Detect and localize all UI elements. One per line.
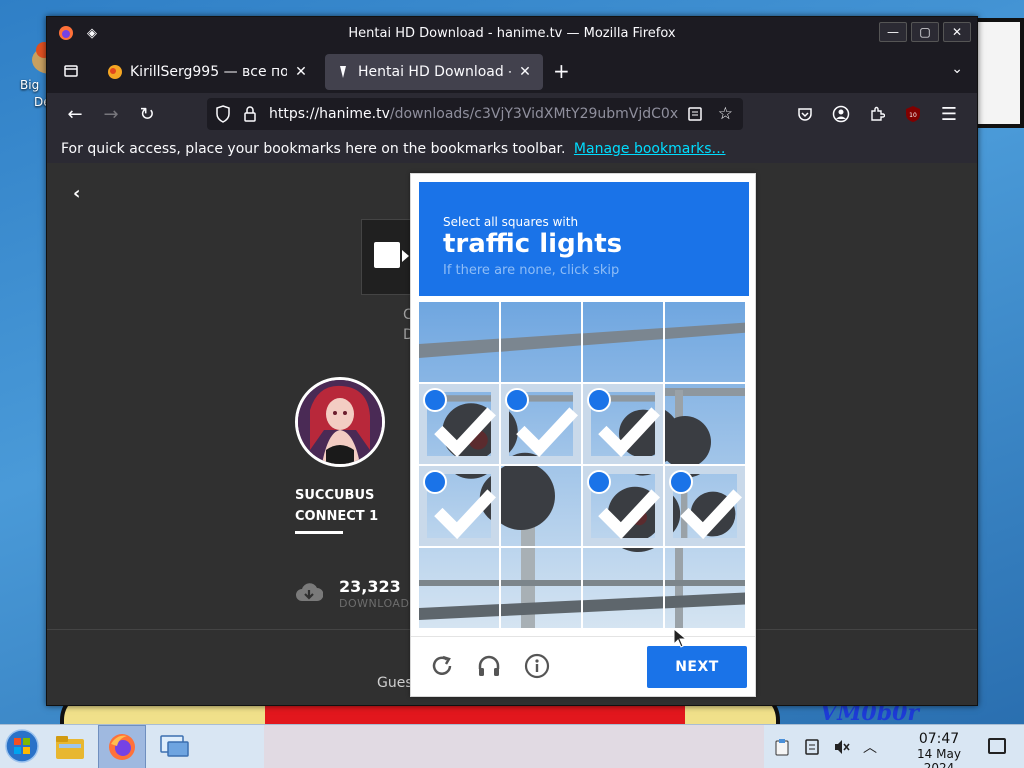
captcha-hint: If there are none, click skip xyxy=(443,263,620,278)
page-back-chevron-icon[interactable]: ‹ xyxy=(73,183,80,204)
extensions-icon[interactable] xyxy=(865,102,889,126)
captcha-tile[interactable] xyxy=(583,384,663,464)
minimize-button[interactable]: — xyxy=(879,22,907,42)
close-tab-icon[interactable]: ✕ xyxy=(293,64,309,80)
captcha-tile[interactable] xyxy=(501,384,581,464)
captcha-tile[interactable] xyxy=(501,548,581,628)
back-icon[interactable]: ← xyxy=(63,102,87,126)
ublock-icon[interactable]: 10 xyxy=(901,102,925,126)
captcha-tile[interactable] xyxy=(665,466,745,546)
captcha-target: traffic lights xyxy=(443,229,623,259)
mouse-cursor-icon xyxy=(673,628,687,648)
maximize-button[interactable]: ▢ xyxy=(911,22,939,42)
captcha-tile[interactable] xyxy=(501,466,581,546)
captcha-tile[interactable] xyxy=(419,548,499,628)
captcha-tile[interactable] xyxy=(419,302,499,382)
tile-selected-check-icon xyxy=(587,388,660,458)
captcha-grid xyxy=(419,302,749,628)
firefox-view-icon[interactable] xyxy=(57,59,85,83)
tab-label: KirillSerg995 — все пост xyxy=(130,64,287,80)
url-bar[interactable]: https://hanime.tv/downloads/c3VjY3VidXMt… xyxy=(207,98,743,130)
next-button[interactable]: NEXT xyxy=(647,646,747,688)
window-title: Hentai HD Download - hanime.tv — Mozilla… xyxy=(348,26,676,41)
series-avatar[interactable] xyxy=(295,377,385,467)
new-tab-icon[interactable]: + xyxy=(553,61,570,81)
keyboard-tray-icon[interactable] xyxy=(802,737,822,757)
tile-selected-check-icon xyxy=(587,470,660,540)
reload-icon[interactable]: ↻ xyxy=(135,102,159,126)
guest-text: Gues xyxy=(377,675,413,691)
tray-expand-icon[interactable]: ︿ xyxy=(860,737,880,757)
cloud-download-icon xyxy=(296,583,323,601)
tab-bar: KirillSerg995 — все пост ✕ Hentai HD Dow… xyxy=(47,49,977,93)
system-clock[interactable]: 07:47 14 May 2024 xyxy=(900,731,978,768)
clipboard-tray-icon[interactable] xyxy=(772,737,792,757)
bookmarks-toolbar: For quick access, place your bookmarks h… xyxy=(47,135,977,163)
tile-selected-check-icon xyxy=(669,470,742,540)
captcha-tile[interactable] xyxy=(583,548,663,628)
tab-label: Hentai HD Download - ha xyxy=(358,64,511,80)
list-all-tabs-icon[interactable]: ⌄ xyxy=(951,61,963,77)
captcha-tile[interactable] xyxy=(665,302,745,382)
audio-challenge-icon[interactable] xyxy=(474,651,504,681)
tracking-shield-icon[interactable] xyxy=(215,105,231,123)
firefox-taskbar-app[interactable] xyxy=(98,725,146,768)
captcha-challenge: Select all squares with traffic lights I… xyxy=(410,173,756,697)
show-desktop-icon[interactable] xyxy=(988,738,1006,754)
manage-bookmarks-link[interactable]: Manage bookmarks… xyxy=(574,141,726,157)
remote-desktop-app[interactable] xyxy=(150,725,198,768)
forward-icon[interactable]: → xyxy=(99,102,123,126)
captcha-tile[interactable] xyxy=(419,384,499,464)
tab-hanime[interactable]: Hentai HD Download - ha ✕ xyxy=(325,54,543,90)
info-icon[interactable] xyxy=(522,651,552,681)
download-count: 23,323 xyxy=(339,577,401,596)
tab-favicon-icon xyxy=(340,66,346,78)
tab-kirillserg[interactable]: KirillSerg995 — все пост ✕ xyxy=(97,54,319,90)
tile-selected-check-icon xyxy=(423,470,496,540)
lock-icon[interactable] xyxy=(243,105,257,123)
series-title[interactable]: SUCCUBUS CONNECT 1 xyxy=(295,485,415,527)
url-text[interactable]: https://hanime.tv/downloads/c3VjY3VidXMt… xyxy=(269,106,679,122)
captcha-header: Select all squares with traffic lights I… xyxy=(419,182,749,296)
series-underline xyxy=(295,531,343,534)
menu-icon[interactable]: ☰ xyxy=(937,102,961,126)
taskbar-wallpaper-tint xyxy=(264,725,764,768)
taskbar: ︿ 07:47 14 May 2024 xyxy=(0,724,1024,768)
download-label: DOWNLOADS xyxy=(339,597,417,610)
pocket-icon[interactable] xyxy=(793,102,817,126)
captcha-tile[interactable] xyxy=(501,302,581,382)
file-manager-app[interactable] xyxy=(46,725,94,768)
start-menu-icon[interactable] xyxy=(4,728,42,766)
desktop-icon-label: Big xyxy=(20,78,40,92)
close-tab-icon[interactable]: ✕ xyxy=(517,64,533,80)
captcha-tile[interactable] xyxy=(665,384,745,464)
bookmark-star-icon[interactable]: ☆ xyxy=(718,104,733,124)
captcha-tile[interactable] xyxy=(583,302,663,382)
tab-favicon-icon xyxy=(108,65,122,79)
captcha-footer: NEXT xyxy=(411,636,755,696)
reload-challenge-icon[interactable] xyxy=(427,651,457,681)
close-window-button[interactable]: ✕ xyxy=(943,22,971,42)
clock-date: 14 May 2024 xyxy=(917,747,961,768)
bookmarks-prompt: For quick access, place your bookmarks h… xyxy=(61,141,566,157)
navigation-toolbar: ← → ↻ https://hanime.tv/downloads/c3VjY3… xyxy=(47,93,977,135)
account-icon[interactable] xyxy=(829,102,853,126)
tile-selected-check-icon xyxy=(505,388,578,458)
reader-view-icon[interactable] xyxy=(687,106,703,122)
title-bar[interactable]: ◈ Hentai HD Download - hanime.tv — Mozil… xyxy=(47,17,977,49)
tile-selected-check-icon xyxy=(423,388,496,458)
captcha-tile[interactable] xyxy=(665,548,745,628)
svg-text:10: 10 xyxy=(909,112,917,119)
volume-muted-icon[interactable] xyxy=(832,737,852,757)
captcha-tile[interactable] xyxy=(419,466,499,546)
captcha-tile[interactable] xyxy=(583,466,663,546)
captcha-instruction: Select all squares with xyxy=(443,215,579,229)
clock-time: 07:47 xyxy=(918,731,960,747)
